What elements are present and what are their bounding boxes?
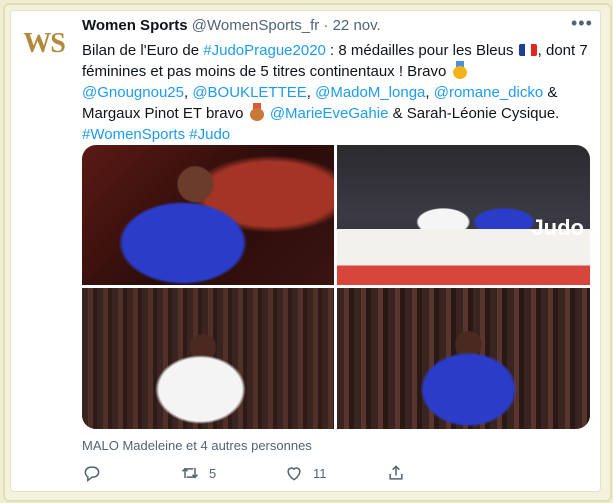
- hashtag-link[interactable]: #JudoPrague2020: [203, 42, 326, 59]
- share-icon: [389, 465, 403, 480]
- like-button[interactable]: 11: [284, 463, 327, 483]
- share-button[interactable]: [386, 463, 406, 483]
- hashtag-link[interactable]: #Judo: [189, 126, 230, 143]
- text-part: : 8 médailles pour les Bleus: [325, 42, 518, 59]
- mention-link[interactable]: @MarieEveGahie: [270, 105, 389, 122]
- like-count: 11: [313, 465, 327, 481]
- photo-grid: Judo: [82, 145, 590, 429]
- text-part: Bilan de l'Euro de: [82, 42, 204, 59]
- author-name[interactable]: Women Sports: [82, 17, 188, 34]
- text-part: & Sarah-Léonie Cysique.: [388, 105, 560, 122]
- photo-judo-match[interactable]: Judo: [337, 145, 590, 285]
- photo-judoka-praying[interactable]: [82, 145, 334, 285]
- tweet-text: Bilan de l'Euro de #JudoPrague2020 : 8 m…: [82, 40, 592, 145]
- photo-judoka-white-celebrating[interactable]: [82, 288, 334, 429]
- reply-icon: [84, 466, 100, 483]
- more-options-icon[interactable]: •••: [571, 13, 593, 34]
- text-part: ,: [306, 84, 316, 101]
- tweet-header: Women Sports @WomenSports_fr · 22 nov.: [82, 17, 381, 34]
- bronze-medal-icon: [249, 103, 264, 121]
- photo-judoka-blue-celebrating[interactable]: [337, 288, 590, 429]
- liked-by-text[interactable]: MALO Madeleine et 4 autres personnes: [82, 438, 312, 453]
- gold-medal-icon: [452, 61, 467, 79]
- retweet-count: 5: [209, 465, 217, 481]
- author-handle[interactable]: @WomenSports_fr: [192, 17, 320, 34]
- tweet-date[interactable]: 22 nov.: [333, 17, 381, 34]
- text-part: ,: [425, 84, 434, 101]
- header-separator: ·: [323, 17, 329, 34]
- retweet-icon: [181, 467, 199, 479]
- mention-link[interactable]: @romane_dicko: [434, 84, 543, 101]
- avatar[interactable]: WS: [20, 20, 68, 68]
- mention-link[interactable]: @MadoM_longa: [315, 84, 425, 101]
- heart-icon: [287, 467, 301, 481]
- hashtag-link[interactable]: #WomenSports: [82, 126, 185, 143]
- mention-link[interactable]: @BOUKLETTEE: [192, 84, 306, 101]
- mention-link[interactable]: @Gnougnou25: [82, 84, 184, 101]
- reply-button[interactable]: [82, 463, 102, 483]
- france-flag-icon: [518, 44, 537, 56]
- tweet-actions: 5 11: [82, 463, 602, 487]
- judo-sign-text: Judo: [531, 215, 584, 240]
- retweet-button[interactable]: 5: [180, 463, 216, 483]
